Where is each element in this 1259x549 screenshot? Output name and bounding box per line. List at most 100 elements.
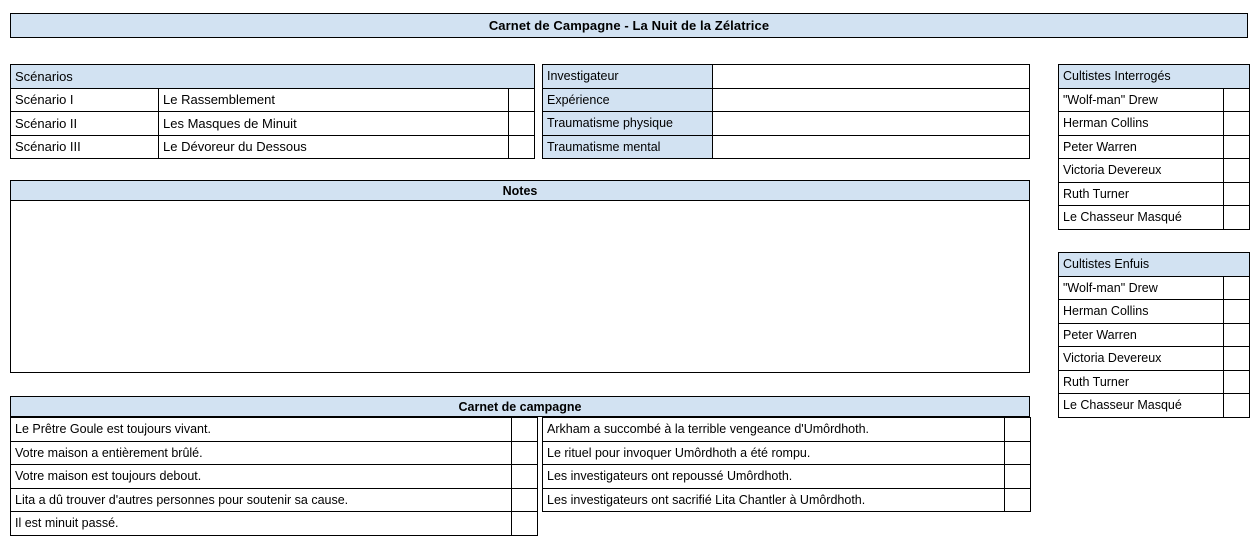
table-row: Traumatisme mental xyxy=(542,134,1030,159)
carnet-left-table: Le Prêtre Goule est toujours vivant. Vot… xyxy=(10,417,538,536)
table-row: Le rituel pour invoquer Umôrdhoth a été … xyxy=(542,440,1031,466)
table-row: Expérience xyxy=(542,87,1030,112)
cultist-checkbox-cell[interactable] xyxy=(1223,275,1250,300)
physical-trauma-label: Traumatisme physique xyxy=(542,111,713,136)
cultists-interrogated-body: Cultistes Interrogés "Wolf-man" Drew Her… xyxy=(1058,64,1250,230)
cultists-fled-header: Cultistes Enfuis xyxy=(1058,252,1250,277)
cultist-name: Victoria Devereux xyxy=(1058,158,1224,183)
scenarios-table-body: Scénarios Scénario I Le Rassemblement Sc… xyxy=(9,64,536,159)
table-row: Le Prêtre Goule est toujours vivant. xyxy=(10,417,538,442)
carnet-entry-text: Les investigateurs ont sacrifié Lita Cha… xyxy=(542,487,1005,513)
carnet-checkbox-cell[interactable] xyxy=(511,440,538,466)
cultist-checkbox-cell[interactable] xyxy=(1223,158,1250,183)
scenarios-header: Scénarios xyxy=(9,64,536,89)
cultist-name: Ruth Turner xyxy=(1058,369,1224,394)
table-row: "Wolf-man" Drew xyxy=(1058,275,1250,300)
notes-input[interactable] xyxy=(10,201,1030,373)
table-row: Scénario III Le Dévoreur du Dessous xyxy=(10,134,536,159)
carnet-checkbox-cell[interactable] xyxy=(511,464,538,489)
physical-trauma-value[interactable] xyxy=(712,111,1030,136)
carnet-checkbox-cell[interactable] xyxy=(1004,464,1031,489)
cultist-name: Ruth Turner xyxy=(1058,181,1224,206)
carnet-entry-text: Votre maison a entièrement brûlé. xyxy=(10,440,512,466)
carnet-checkbox-cell[interactable] xyxy=(511,487,538,513)
scenario-number: Scénario I xyxy=(10,87,159,112)
table-row: Herman Collins xyxy=(1058,299,1250,324)
cultist-checkbox-cell[interactable] xyxy=(1223,87,1250,112)
mental-trauma-value[interactable] xyxy=(712,134,1030,159)
cultist-name: Le Chasseur Masqué xyxy=(1058,393,1224,418)
table-row: Investigateur xyxy=(542,64,1030,89)
cultist-checkbox-cell[interactable] xyxy=(1223,346,1250,371)
scenarios-table: Scénarios Scénario I Le Rassemblement Sc… xyxy=(9,64,536,159)
carnet-entry-text: Les investigateurs ont repoussé Umôrdhot… xyxy=(542,464,1005,489)
page-title: Carnet de Campagne - La Nuit de la Zélat… xyxy=(488,18,770,33)
table-row: Le Chasseur Masqué xyxy=(1058,205,1250,230)
experience-label: Expérience xyxy=(542,87,713,112)
carnet-entry-text: Arkham a succombé à la terrible vengeanc… xyxy=(542,417,1005,442)
cultist-checkbox-cell[interactable] xyxy=(1223,299,1250,324)
scenario-number: Scénario II xyxy=(10,111,159,136)
cultist-checkbox-cell[interactable] xyxy=(1223,393,1250,418)
table-row: Le Chasseur Masqué xyxy=(1058,393,1250,418)
carnet-checkbox-cell[interactable] xyxy=(511,511,538,536)
table-row: Votre maison a entièrement brûlé. xyxy=(10,440,538,466)
table-header-row: Scénarios xyxy=(9,64,536,89)
table-row: Les investigateurs ont sacrifié Lita Cha… xyxy=(542,487,1031,513)
table-row: Traumatisme physique xyxy=(542,111,1030,136)
campaign-title-bar: Carnet de Campagne - La Nuit de la Zélat… xyxy=(10,13,1248,38)
carnet-checkbox-cell[interactable] xyxy=(1004,440,1031,466)
cultists-interrogated-table: Cultistes Interrogés "Wolf-man" Drew Her… xyxy=(1058,64,1250,230)
carnet-de-campagne-header: Carnet de campagne xyxy=(10,396,1030,417)
carnet-right-table: Arkham a succombé à la terrible vengeanc… xyxy=(542,417,1031,513)
investigator-name-label: Investigateur xyxy=(542,64,713,89)
table-row: Arkham a succombé à la terrible vengeanc… xyxy=(542,417,1031,442)
scenario-checkbox-cell[interactable] xyxy=(507,111,536,136)
table-row: Ruth Turner xyxy=(1058,369,1250,394)
table-row: Herman Collins xyxy=(1058,111,1250,136)
cultist-checkbox-cell[interactable] xyxy=(1223,134,1250,159)
carnet-checkbox-cell[interactable] xyxy=(511,417,538,442)
table-row: Scénario I Le Rassemblement xyxy=(10,87,536,112)
cultist-name: Victoria Devereux xyxy=(1058,346,1224,371)
cultist-name: Herman Collins xyxy=(1058,299,1224,324)
table-row: Il est minuit passé. xyxy=(10,511,538,536)
table-row: Ruth Turner xyxy=(1058,181,1250,206)
carnet-checkbox-cell[interactable] xyxy=(1004,417,1031,442)
table-header-row: Cultistes Enfuis xyxy=(1058,252,1250,277)
mental-trauma-label: Traumatisme mental xyxy=(542,134,713,159)
investigator-table-body: Investigateur Expérience Traumatisme phy… xyxy=(542,64,1030,159)
table-row: Votre maison est toujours debout. xyxy=(10,464,538,489)
cultist-checkbox-cell[interactable] xyxy=(1223,322,1250,347)
table-header-row: Cultistes Interrogés xyxy=(1058,64,1250,89)
scenario-checkbox-cell[interactable] xyxy=(507,87,536,112)
cultist-name: Peter Warren xyxy=(1058,322,1224,347)
cultist-name: Peter Warren xyxy=(1058,134,1224,159)
table-row: Les investigateurs ont repoussé Umôrdhot… xyxy=(542,464,1031,489)
table-row: Peter Warren xyxy=(1058,322,1250,347)
scenario-name: Les Masques de Minuit xyxy=(158,111,509,136)
investigator-name-value[interactable] xyxy=(712,64,1030,89)
carnet-checkbox-cell[interactable] xyxy=(1004,487,1031,513)
cultist-name: Herman Collins xyxy=(1058,111,1224,136)
experience-value[interactable] xyxy=(712,87,1030,112)
table-row: Scénario II Les Masques de Minuit xyxy=(10,111,536,136)
cultist-name: Le Chasseur Masqué xyxy=(1058,205,1224,230)
scenario-number: Scénario III xyxy=(10,134,159,159)
carnet-right-body: Arkham a succombé à la terrible vengeanc… xyxy=(542,417,1031,513)
cultist-name: "Wolf-man" Drew xyxy=(1058,275,1224,300)
carnet-entry-text: Le Prêtre Goule est toujours vivant. xyxy=(10,417,512,442)
cultist-checkbox-cell[interactable] xyxy=(1223,111,1250,136)
carnet-entry-text: Votre maison est toujours debout. xyxy=(10,464,512,489)
cultist-name: "Wolf-man" Drew xyxy=(1058,87,1224,112)
notes-section: Notes xyxy=(10,180,1030,373)
cultist-checkbox-cell[interactable] xyxy=(1223,205,1250,230)
investigator-table: Investigateur Expérience Traumatisme phy… xyxy=(542,64,1030,159)
carnet-entry-text: Il est minuit passé. xyxy=(10,511,512,536)
scenario-checkbox-cell[interactable] xyxy=(507,134,536,159)
cultist-checkbox-cell[interactable] xyxy=(1223,369,1250,394)
notes-header: Notes xyxy=(10,180,1030,201)
scenario-name: Le Dévoreur du Dessous xyxy=(158,134,509,159)
cultists-fled-body: Cultistes Enfuis "Wolf-man" Drew Herman … xyxy=(1058,252,1250,418)
cultist-checkbox-cell[interactable] xyxy=(1223,181,1250,206)
